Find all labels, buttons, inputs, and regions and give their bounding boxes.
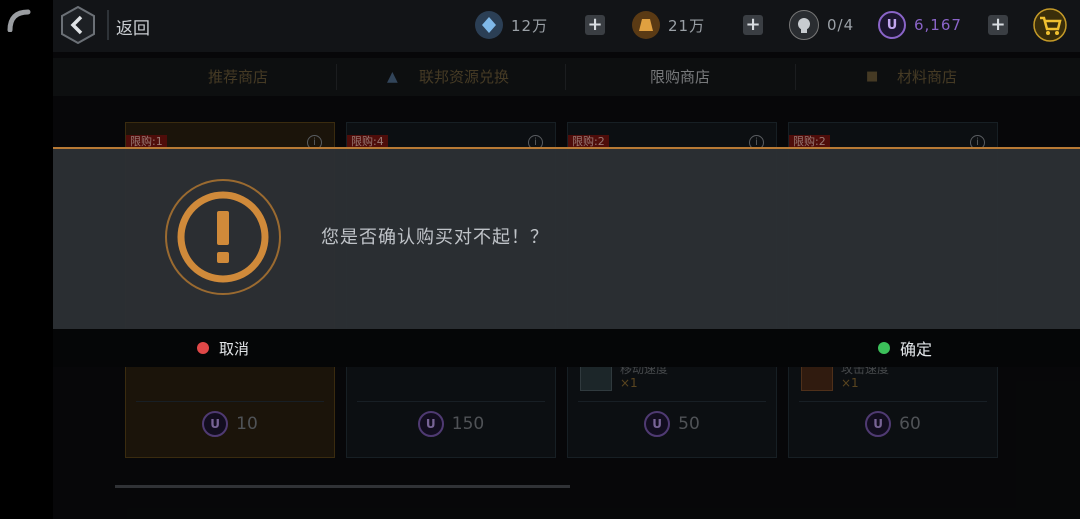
stamina-resource: 0/4 bbox=[789, 10, 855, 40]
crystal-resource: 12万 bbox=[475, 11, 548, 39]
add-u-currency-button[interactable]: + bbox=[988, 15, 1008, 35]
dialog-message: 您是否确认购买对不起！？ bbox=[321, 227, 549, 248]
gold-value: 21万 bbox=[668, 16, 706, 35]
back-label[interactable]: 返回 bbox=[116, 14, 150, 39]
cancel-dot-icon bbox=[197, 342, 209, 354]
stamina-value: 0/4 bbox=[827, 16, 855, 34]
crystal-value: 12万 bbox=[511, 16, 549, 35]
confirm-button[interactable]: 确定 bbox=[878, 329, 932, 367]
crystal-icon bbox=[475, 11, 503, 39]
left-strip bbox=[0, 0, 53, 519]
signal-icon bbox=[7, 9, 31, 32]
add-crystal-button[interactable]: + bbox=[585, 15, 605, 35]
back-icon[interactable] bbox=[59, 6, 97, 44]
cancel-button[interactable]: 取消 bbox=[197, 329, 249, 367]
dialog-button-bar: 取消 确定 bbox=[53, 329, 1080, 367]
u-coin-icon: U bbox=[878, 11, 906, 39]
cancel-label: 取消 bbox=[219, 339, 250, 358]
shopping-cart-icon[interactable] bbox=[1033, 8, 1067, 42]
u-currency-resource: U 6,167 bbox=[878, 11, 962, 39]
top-bar: 返回 12万 + 21万 + 0/4 U 6,167 + bbox=[53, 0, 1080, 52]
confirm-dot-icon bbox=[878, 342, 890, 354]
u-currency-value: 6,167 bbox=[914, 16, 962, 34]
back-divider bbox=[107, 10, 109, 40]
gold-resource: 21万 bbox=[632, 11, 705, 39]
character-head-icon bbox=[789, 10, 819, 40]
add-gold-button[interactable]: + bbox=[743, 15, 763, 35]
confirm-label: 确定 bbox=[900, 340, 933, 359]
gold-bar-icon bbox=[632, 11, 660, 39]
warning-icon bbox=[165, 179, 281, 295]
confirm-dialog: 您是否确认购买对不起！？ bbox=[53, 147, 1080, 329]
